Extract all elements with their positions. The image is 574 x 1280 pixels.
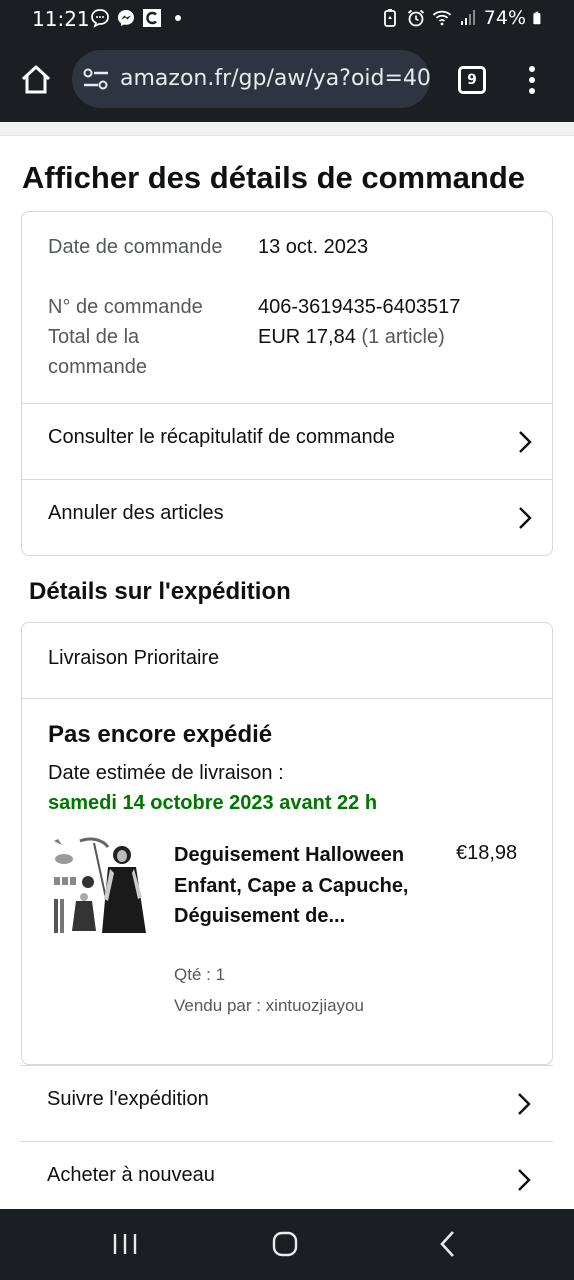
alarm-icon (407, 9, 424, 27)
address-bar[interactable]: amazon.fr/gp/aw/ya?oid=406-3619435-64035… (72, 50, 430, 108)
track-shipment-label: Suivre l'expédition (47, 1088, 209, 1110)
back-icon[interactable] (438, 1230, 456, 1258)
system-navigation-bar (0, 1209, 574, 1280)
order-total: EUR 17,84 (1 article) (258, 322, 445, 352)
battery-saver-icon (383, 9, 396, 27)
product-seller: Vendu par : xintuozjiayou (174, 996, 364, 1015)
chevron-right-icon (519, 507, 532, 529)
home-nav-icon[interactable] (272, 1231, 298, 1257)
site-settings-icon[interactable] (82, 67, 110, 91)
signal-icon (460, 10, 475, 25)
browser-toolbar: amazon.fr/gp/aw/ya?oid=406-3619435-64035… (0, 40, 574, 122)
tab-switcher-button[interactable]: 9 (458, 66, 486, 94)
messenger-icon (118, 10, 134, 26)
product-title-link[interactable]: Deguisement Halloween Enfant, Cape a Cap… (174, 840, 414, 932)
chevron-right-icon (518, 1169, 531, 1191)
product-image[interactable] (50, 837, 152, 941)
estimated-delivery-date: samedi 14 octobre 2023 avant 22 h (48, 792, 378, 814)
url-text[interactable]: amazon.fr/gp/aw/ya?oid=406-3619435-64035… (120, 66, 430, 91)
wifi-icon (432, 10, 451, 26)
chevron-right-icon (518, 1093, 531, 1115)
buy-again-label: Acheter à nouveau (47, 1164, 215, 1186)
divider (22, 698, 552, 699)
home-icon[interactable] (18, 62, 54, 98)
shipment-section-title: Détails sur l'expédition (29, 578, 291, 605)
view-order-summary-link[interactable]: Consulter le récapitulatif de commande (22, 403, 552, 479)
cancel-items-label: Annuler des articles (48, 502, 224, 524)
c-app-icon (143, 9, 161, 27)
shipping-method: Livraison Prioritaire (48, 647, 220, 669)
status-time: 11:21 (32, 7, 90, 31)
shipment-card: Livraison Prioritaire Pas encore expédié… (21, 622, 553, 1065)
order-date-label: Date de commande (48, 236, 223, 258)
cancel-items-link[interactable]: Annuler des articles (22, 479, 552, 555)
track-shipment-link[interactable]: Suivre l'expédition (20, 1065, 553, 1141)
chat-bubble-icon (91, 9, 109, 28)
recent-apps-icon[interactable] (112, 1233, 138, 1255)
order-total-label: Total de la commande (48, 326, 147, 378)
order-number-value: 406-3619435-6403517 (258, 296, 461, 318)
buy-again-link[interactable]: Acheter à nouveau (20, 1141, 553, 1217)
page-top-strip (0, 122, 574, 136)
order-total-value: EUR 17,84 (258, 326, 356, 348)
order-number-label: N° de commande (48, 296, 203, 318)
product-quantity: Qté : 1 (174, 965, 226, 984)
status-right-icons: 74% (380, 7, 546, 29)
order-date-value: 13 oct. 2023 (258, 236, 369, 258)
overflow-menu-icon[interactable] (520, 64, 544, 98)
battery-icon (533, 11, 541, 25)
order-summary-card: Date de commande 13 oct. 2023 N° de comm… (21, 211, 553, 556)
order-total-items: (1 article) (361, 326, 445, 348)
estimated-delivery-label: Date estimée de livraison : (48, 762, 284, 784)
status-notification-icons (90, 8, 188, 28)
product-price: €18,98 (456, 842, 518, 864)
view-order-summary-label: Consulter le récapitulatif de commande (48, 426, 395, 448)
chevron-right-icon (519, 431, 532, 453)
status-bar: 11:21 74% (0, 0, 574, 40)
shipment-status: Pas encore expédié (48, 721, 273, 748)
page-title: Afficher des détails de commande (22, 160, 526, 195)
dot-icon (175, 15, 181, 21)
battery-percent: 74% (483, 7, 526, 29)
